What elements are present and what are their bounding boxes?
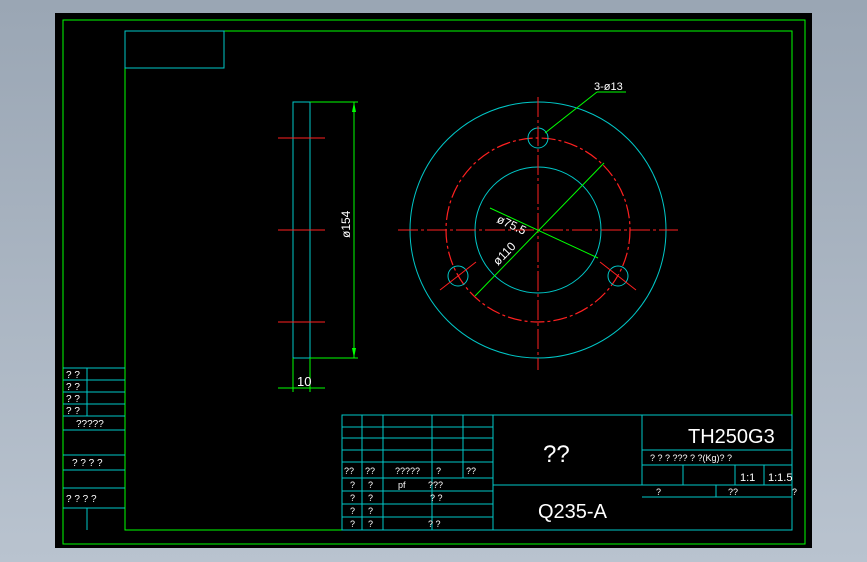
weight-scale-header: ? ? ? ??? ? ?(Kg)? ? — [650, 453, 732, 463]
rev-r1-c4: ? — [436, 466, 441, 476]
rev-r2-c2: ? — [368, 480, 373, 490]
rev-r2-c1: ? — [350, 480, 355, 490]
left-row-1: ? ? — [66, 370, 80, 381]
title-bottom-left: ? — [656, 487, 661, 497]
drawing-number: TH250G3 — [688, 426, 775, 448]
rev-r1-c1: ?? — [344, 466, 354, 476]
material: Q235-A — [538, 501, 608, 523]
rev-r1-c3: ????? — [395, 466, 420, 476]
height-dimension-label: ø154 — [339, 210, 353, 238]
rev-r3-c2: ? — [368, 493, 373, 503]
left-label-3: ? ? ? ? — [66, 494, 97, 505]
left-row-3: ? ? — [66, 394, 80, 405]
rev-r1-c5: ?? — [466, 466, 476, 476]
rev-r4-c2: ? — [368, 506, 373, 516]
rev-r5-c1: ? — [350, 519, 355, 529]
title-bottom-mid: ?? — [728, 487, 738, 497]
rev-r2-c4: ??? — [428, 480, 443, 490]
rev-r5-c3: ? ? — [428, 519, 441, 529]
rev-r2-c3: pf — [398, 480, 406, 490]
left-label-1: ????? — [76, 419, 104, 430]
left-label-2: ? ? ? ? — [72, 458, 103, 469]
rev-r5-c2: ? — [368, 519, 373, 529]
holes-dimension-label: 3-ø13 — [594, 81, 623, 93]
part-name: ?? — [543, 441, 570, 468]
scale-a: 1:1 — [740, 472, 755, 484]
rev-r3-c3: ? ? — [430, 493, 443, 503]
rev-r3-c1: ? — [350, 493, 355, 503]
scale-b: 1:1.5 — [768, 472, 792, 484]
cad-drawing-canvas[interactable]: ? ? ? ? ? ? ? ? ????? ? ? ? ? ? ? ? ? ø1… — [0, 0, 867, 562]
left-row-2: ? ? — [66, 382, 80, 393]
thickness-dimension-label: 10 — [297, 374, 311, 389]
title-bottom-right: ? — [792, 487, 797, 497]
rev-r1-c2: ?? — [365, 466, 375, 476]
left-row-4: ? ? — [66, 406, 80, 417]
rev-r4-c1: ? — [350, 506, 355, 516]
drawing-sheet — [55, 13, 812, 548]
